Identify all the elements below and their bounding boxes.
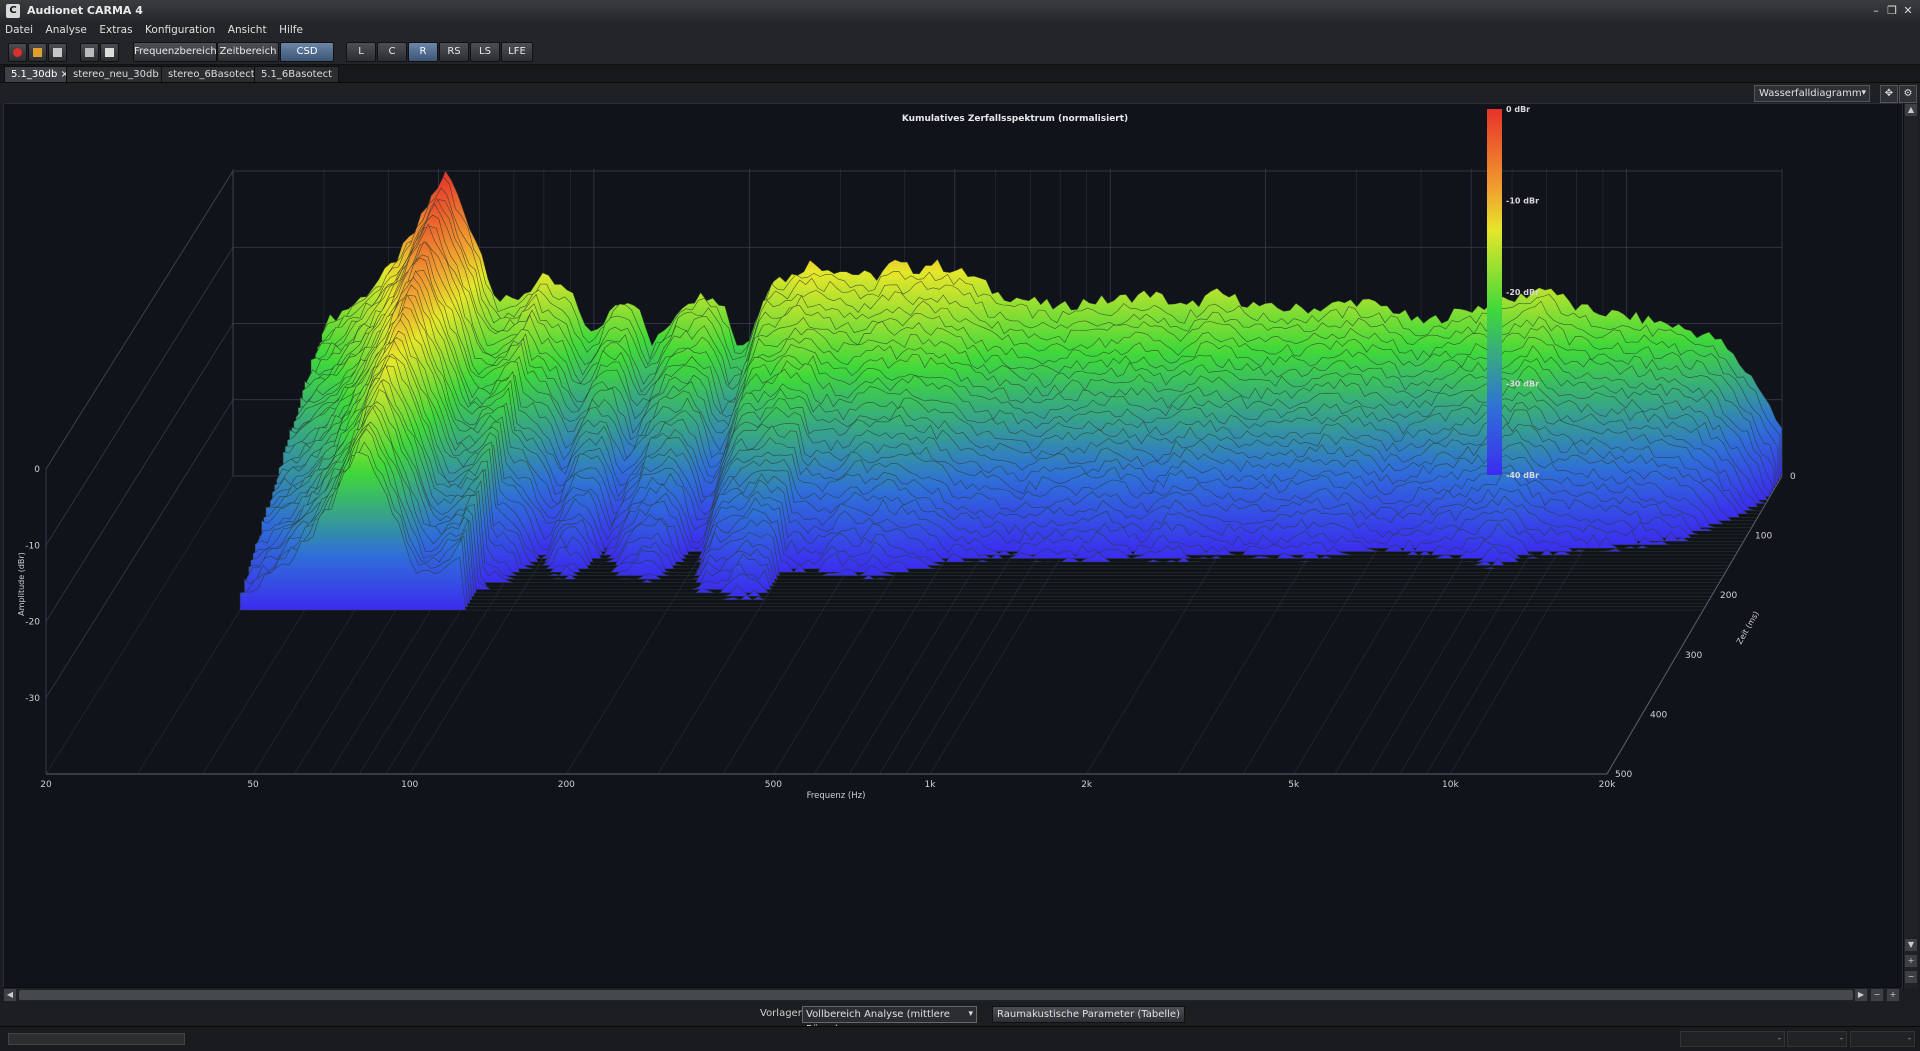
restore-icon[interactable]: ❐ xyxy=(1884,3,1900,18)
scroll-thumb[interactable] xyxy=(19,990,1853,1000)
z-tick-label: 0 xyxy=(1790,472,1796,482)
scroll-left-icon[interactable]: ◀ xyxy=(4,989,16,1001)
menu-datei[interactable]: Datei xyxy=(0,22,37,36)
gear-icon[interactable]: ⚙ xyxy=(1899,85,1917,103)
tab-5-1-6basotect[interactable]: 5.1_6Basotect xyxy=(254,66,340,82)
chevron-down-icon: ▾ xyxy=(1861,88,1866,98)
scroll-right-icon[interactable]: ▶ xyxy=(1855,989,1867,1001)
presets-label: Vorlagen xyxy=(760,1008,805,1019)
app-icon: C xyxy=(6,4,20,18)
colorbar-label: -40 dBr xyxy=(1506,471,1539,480)
print-icon[interactable] xyxy=(100,43,119,62)
channel-l-button[interactable]: L xyxy=(346,42,376,62)
channel-rs-button[interactable]: RS xyxy=(439,42,469,62)
zoom-out-icon[interactable]: − xyxy=(1905,971,1917,983)
progress-bar xyxy=(8,1033,185,1045)
x-tick-label: 5k xyxy=(1288,780,1300,790)
title-bar: C Audionet CARMA 4 – ❐ ✕ xyxy=(0,0,1920,23)
diagram-type-value: Wasserfalldiagramm xyxy=(1759,88,1862,99)
scroll-down-icon[interactable]: ▼ xyxy=(1905,939,1917,951)
chart-title: Kumulatives Zerfallsspektrum (normalisie… xyxy=(902,114,1128,124)
menu-extras[interactable]: Extras xyxy=(94,22,136,36)
colorbar-label: -20 dBr xyxy=(1506,288,1539,297)
h-zoom-in-icon[interactable]: + xyxy=(1887,989,1899,1001)
y-tick-label: -20 xyxy=(25,618,40,628)
diagram-type-select[interactable]: Wasserfalldiagramm ▾ xyxy=(1754,85,1870,102)
z-tick-label: 200 xyxy=(1720,591,1737,601)
minimize-icon[interactable]: – xyxy=(1868,3,1884,18)
chevron-down-icon: ▾ xyxy=(968,1009,973,1019)
move-icon[interactable]: ✥ xyxy=(1880,85,1898,103)
scroll-up-icon[interactable]: ▲ xyxy=(1905,104,1917,116)
colorbar-scale xyxy=(1487,109,1502,475)
x-tick-label: 1k xyxy=(925,780,937,790)
x-axis-label: Frequenz (Hz) xyxy=(807,791,866,801)
menu-konfiguration[interactable]: Konfiguration xyxy=(140,22,219,36)
status-field-3: - xyxy=(1850,1031,1915,1047)
z-tick-label: 400 xyxy=(1650,710,1667,720)
view-csd-button[interactable]: CSD xyxy=(280,42,334,62)
side-wall-gridline xyxy=(45,323,234,622)
y-tick-label: -10 xyxy=(25,541,40,551)
status-field-1: - xyxy=(1680,1031,1785,1047)
colorbar-label: -30 dBr xyxy=(1506,380,1539,389)
close-icon[interactable]: ✕ xyxy=(1900,3,1916,18)
y-tick-label: 0 xyxy=(34,465,40,475)
toolbar: Frequenzbereich Zeitbereich CSD L C R RS… xyxy=(0,40,1920,65)
menu-hilfe[interactable]: Hilfe xyxy=(274,22,307,36)
window-title: Audionet CARMA 4 xyxy=(27,4,143,17)
channel-r-button[interactable]: R xyxy=(408,42,438,62)
channel-lfe-button[interactable]: LFE xyxy=(501,42,533,62)
horizontal-scrollbar[interactable]: ◀ ▶ − + xyxy=(3,987,1901,1002)
x-tick-label: 100 xyxy=(401,780,418,790)
status-field-2: - xyxy=(1787,1031,1847,1047)
view-frequenzbereich-button[interactable]: Frequenzbereich xyxy=(133,42,217,62)
tab-label: 5.1_30db xyxy=(11,69,58,80)
side-wall-top xyxy=(45,170,234,470)
view-options-row: Wasserfalldiagramm ▾ ✥ ⚙ xyxy=(0,83,1920,103)
z-tick-label: 500 xyxy=(1615,770,1632,780)
menu-analyse[interactable]: Analyse xyxy=(41,22,91,36)
plot-area: 20 50 100 200 500 1k 2k 5k 10k 20k 0 -10 -20 -30 0 100 2… xyxy=(3,103,1903,988)
decay-slices xyxy=(239,170,1783,611)
colorbar-label: 0 dBr xyxy=(1506,105,1530,114)
x-tick-label: 10k xyxy=(1442,780,1459,790)
waterfall-chart: 20 50 100 200 500 1k 2k 5k 10k 20k 0 -10 -20 -30 0 100 2… xyxy=(17,105,1796,801)
vertical-scrollbar[interactable]: ▲ ▼ + − xyxy=(1903,103,1918,988)
x-tick-label: 50 xyxy=(247,780,259,790)
channel-c-button[interactable]: C xyxy=(377,42,407,62)
h-zoom-out-icon[interactable]: − xyxy=(1871,989,1883,1001)
z-tick-label: 100 xyxy=(1755,532,1772,542)
y-tick-label: -30 xyxy=(25,694,40,704)
z-axis-label: Zeit (ms) xyxy=(1735,610,1761,646)
x-tick-label: 20k xyxy=(1599,780,1616,790)
menu-bar: Datei Analyse Extras Konfiguration Ansic… xyxy=(0,22,1920,40)
side-wall-gridline xyxy=(45,247,234,546)
screenshot-icon[interactable] xyxy=(80,43,99,62)
tab-stereo-6basotect[interactable]: stereo_6Basotect xyxy=(161,66,262,82)
floor-gridline xyxy=(45,475,234,775)
channel-ls-button[interactable]: LS xyxy=(470,42,500,62)
x-tick-label: 200 xyxy=(558,780,575,790)
y-axis-label: Amplitude (dBr) xyxy=(17,552,26,616)
side-wall-gridline xyxy=(45,399,234,698)
open-folder-icon[interactable] xyxy=(28,43,47,62)
tab-stereo-neu-30db[interactable]: stereo_neu_30db xyxy=(66,66,166,82)
z-tick-label: 300 xyxy=(1685,651,1702,661)
room-acoustics-table-button[interactable]: Raumakustische Parameter (Tabelle) xyxy=(992,1006,1185,1023)
document-tabs: 5.1_30db × stereo_neu_30db stereo_6Basot… xyxy=(0,65,1920,83)
presets-select[interactable]: Vollbereich Analyse (mittlere Räum)▾ xyxy=(802,1006,977,1035)
x-tick-label: 20 xyxy=(40,780,52,790)
zoom-in-icon[interactable]: + xyxy=(1905,955,1917,967)
presets-bar: Vorlagen Vollbereich Analyse (mittlere R… xyxy=(0,1003,1920,1035)
view-zeitbereich-button[interactable]: Zeitbereich xyxy=(217,42,279,62)
record-icon[interactable] xyxy=(8,43,27,62)
x-tick-label: 2k xyxy=(1081,780,1093,790)
menu-ansicht[interactable]: Ansicht xyxy=(223,22,271,36)
x-tick-label: 500 xyxy=(765,780,782,790)
colorbar-label: -10 dBr xyxy=(1506,197,1539,206)
save-icon[interactable] xyxy=(48,43,67,62)
status-bar: - - - xyxy=(0,1026,1920,1051)
